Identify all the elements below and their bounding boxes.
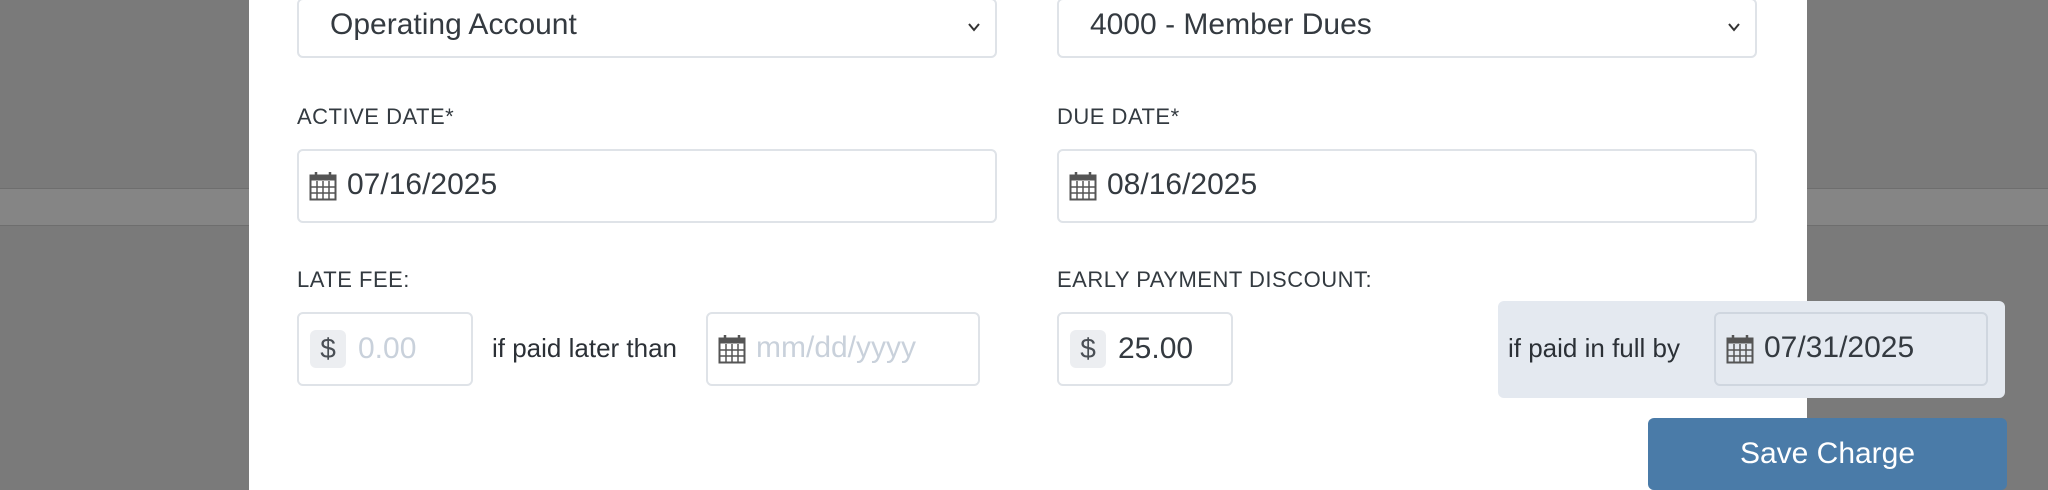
dollar-icon: $	[310, 330, 346, 368]
late-fee-label: LATE FEE:	[297, 267, 410, 292]
late-fee-amount-placeholder: 0.00	[358, 332, 417, 365]
category-select-value: 4000 - Member Dues	[1090, 8, 1372, 41]
discount-date-input[interactable]: 07/31/2025	[1714, 312, 1988, 386]
dollar-icon: $	[1070, 330, 1106, 368]
save-charge-button[interactable]: Save Charge	[1648, 418, 2007, 490]
calendar-icon	[1726, 335, 1754, 364]
discount-date-panel: if paid in full by 07/31/2025	[1498, 301, 2005, 398]
active-date-label: ACTIVE DATE*	[297, 104, 455, 129]
discount-date-value: 07/31/2025	[1764, 331, 1915, 364]
late-fee-date-input[interactable]: mm/dd/yyyy	[706, 312, 980, 386]
chevron-down-icon	[968, 23, 980, 32]
chevron-down-icon	[1728, 23, 1740, 32]
calendar-icon	[718, 335, 746, 364]
late-fee-connector-text: if paid later than	[492, 333, 678, 363]
due-date-label: DUE DATE*	[1057, 104, 1180, 129]
account-select[interactable]: Operating Account	[297, 0, 997, 58]
late-fee-date-placeholder: mm/dd/yyyy	[756, 331, 917, 364]
active-date-input[interactable]: 07/16/2025	[297, 149, 997, 223]
income-category-select[interactable]: 4000 - Member Dues	[1057, 0, 1757, 58]
late-fee-amount-input[interactable]: $ 0.00	[297, 312, 473, 386]
charge-modal: Operating Account 4000 - Member Dues ACT…	[249, 0, 2007, 490]
calendar-icon	[309, 172, 337, 201]
discount-amount-value: 25.00	[1118, 332, 1194, 365]
due-date-input[interactable]: 08/16/2025	[1057, 149, 1757, 223]
discount-connector-text: if paid in full by	[1508, 333, 1680, 363]
due-date-value: 08/16/2025	[1107, 168, 1258, 201]
early-payment-discount-label: EARLY PAYMENT DISCOUNT:	[1057, 267, 1373, 292]
calendar-icon	[1069, 172, 1097, 201]
discount-amount-input[interactable]: $ 25.00	[1057, 312, 1233, 386]
active-date-value: 07/16/2025	[347, 168, 498, 201]
account-select-value: Operating Account	[330, 8, 577, 41]
